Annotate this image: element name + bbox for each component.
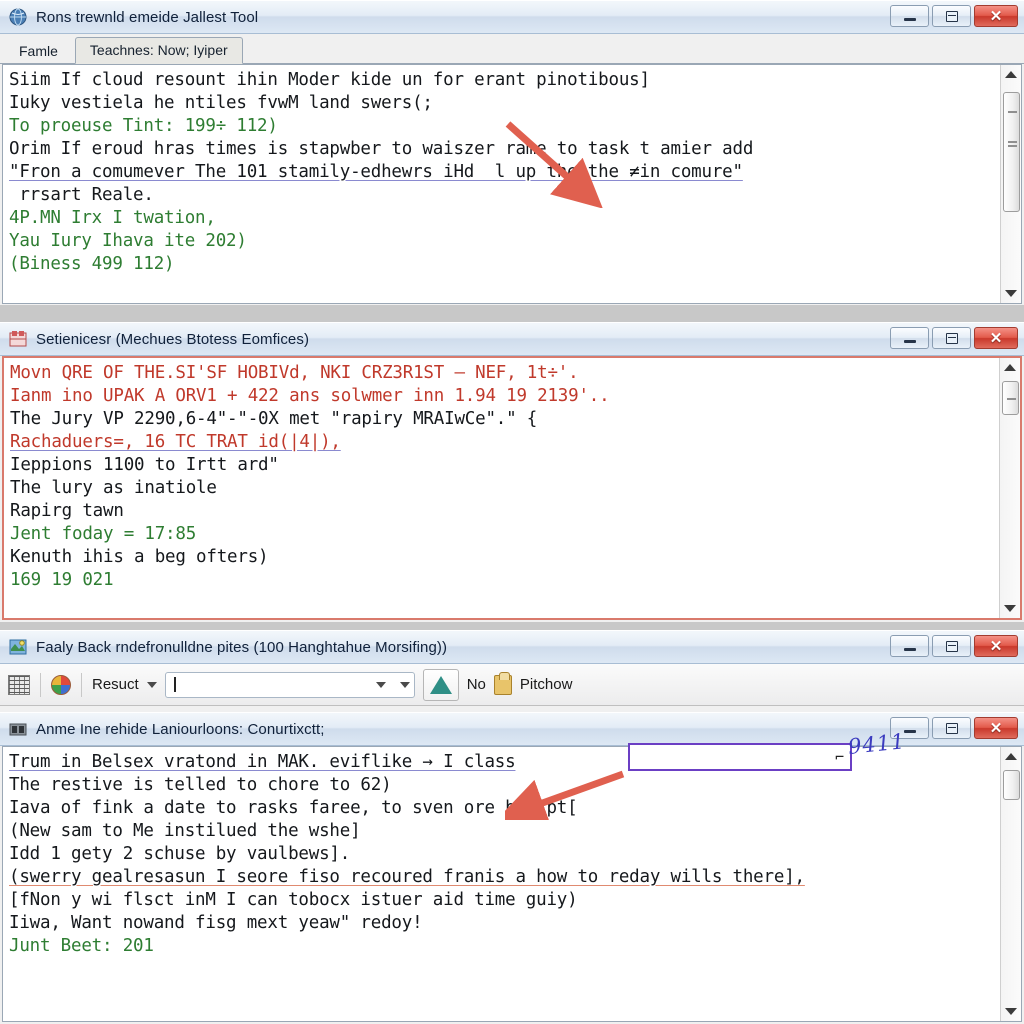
code-line: The Jury VP 2290,6-4"-"-0X met "rapiry M…	[10, 409, 538, 429]
window-title: Rons trewnld emeide Jallest Tool	[36, 8, 259, 26]
green-triangle-icon	[429, 675, 452, 694]
window-controls-2: ✕	[890, 327, 1018, 349]
titlebar-window-2[interactable]: Setienicesr (Mechues Btotess Eomfices) ✕	[0, 322, 1024, 356]
code-line: [fNon y wi flsct inM I can tobocx istuer…	[9, 890, 578, 910]
code-line: Movn QRE OF THE.SI'SF HOBIVd, NKI CRZ3R1…	[10, 363, 579, 383]
code-line: Orim If eroud hras times is stapwber to …	[9, 139, 754, 159]
scroll-track[interactable]	[1001, 766, 1022, 1002]
code-line: To proeuse Tint: 199÷ 112)	[9, 116, 278, 136]
titlebar-window-3[interactable]: Faaly Back rndefronulldne pites (100 Han…	[0, 630, 1024, 664]
scroll-track[interactable]	[1000, 377, 1021, 599]
window-controls-4: ✕	[890, 717, 1018, 739]
scroll-up-arrow[interactable]	[1001, 747, 1022, 766]
app-map-icon	[8, 637, 28, 657]
scroll-track[interactable]	[1001, 84, 1022, 284]
window-sentences: Setienicesr (Mechues Btotess Eomfices) ✕…	[0, 322, 1024, 622]
code-line: "Fron a comumever The 101 stamily-edhewr…	[9, 162, 743, 182]
tab-teachnes[interactable]: Teachnes: Now; Iyiper	[74, 37, 243, 64]
scroll-up-arrow[interactable]	[1001, 65, 1022, 84]
minimize-button[interactable]	[890, 5, 929, 27]
code-line: Jent foday = 17:85	[10, 524, 197, 544]
app-dark-icon	[8, 719, 28, 739]
grid-icon[interactable]	[8, 674, 30, 695]
window-controls-1: ✕	[890, 5, 1018, 27]
minimize-button[interactable]	[890, 327, 929, 349]
code-line: Siim If cloud resount ihin Moder kide un…	[9, 70, 650, 90]
window-report-tool: Rons trewnld emeide Jallest Tool ✕ Famle…	[0, 0, 1024, 305]
scroll-thumb[interactable]	[1002, 770, 1020, 800]
code-line: rrsart Reale.	[9, 185, 154, 205]
window-controls-3: ✕	[890, 635, 1018, 657]
scroll-thumb[interactable]	[1001, 381, 1019, 415]
code-line: Ianm ino UPAK A ORV1 + 422 ans solwmer i…	[10, 386, 610, 406]
code-line: (Biness 499 112)	[9, 254, 175, 274]
code-line: (New sam to Me instilued the wshe]	[9, 821, 361, 841]
text-pane-1[interactable]: Siim If cloud resount ihin Moder kide un…	[2, 64, 1022, 304]
green-triangle-button[interactable]	[422, 668, 459, 701]
restore-button[interactable]	[932, 717, 971, 739]
annotation-input-box[interactable]: ⌐	[628, 743, 852, 771]
close-button[interactable]: ✕	[974, 327, 1018, 349]
code-line: Iiwa, Want nowand fisg mext yeaw" redoy!	[9, 913, 423, 933]
window-title: Setienicesr (Mechues Btotess Eomfices)	[36, 330, 310, 348]
no-label: No	[466, 676, 486, 693]
minimize-button[interactable]	[890, 635, 929, 657]
search-combobox[interactable]	[164, 671, 415, 698]
combobox-carets	[375, 681, 410, 688]
code-line: Idd 1 gety 2 schuse by vaulbews].	[9, 844, 351, 864]
code-line: Rachaduers=, 16 TC TRAT id(|4|),	[10, 432, 341, 452]
toolbar-separator	[81, 672, 82, 697]
annotation-input-value: ⌐	[834, 748, 844, 766]
scroll-down-arrow[interactable]	[1001, 284, 1022, 303]
code-line: 169 19 021	[10, 570, 114, 590]
chevron-down-icon[interactable]	[375, 681, 386, 688]
code-line: Ieppions 1100 to Irtt ard"	[10, 455, 279, 475]
code-line: Iuky vestiela he ntiles fvwM land swers(…	[9, 93, 433, 113]
tab-famle[interactable]: Famle	[4, 38, 73, 64]
app-red-box-icon	[8, 329, 28, 349]
vertical-scrollbar-1[interactable]	[1000, 65, 1021, 303]
code-line: (swerry gealresasun I seore fiso recoure…	[9, 867, 805, 887]
window-toolbar: Faaly Back rndefronulldne pites (100 Han…	[0, 630, 1024, 712]
close-button[interactable]: ✕	[974, 5, 1018, 27]
app-globe-icon	[8, 7, 28, 27]
result-dropdown-label[interactable]: Resuct	[92, 676, 139, 693]
code-line: The restive is telled to chore to 62)	[9, 775, 392, 795]
code-line: Rapirg tawn	[10, 501, 124, 521]
scroll-down-arrow[interactable]	[1001, 1002, 1022, 1021]
window-title: Anme Ine rehide Laniourloons: Conurtixct…	[36, 720, 325, 738]
code-line: 4P.MN Irx I twation,	[9, 208, 216, 228]
text-pane-2[interactable]: Movn QRE OF THE.SI'SF HOBIVd, NKI CRZ3R1…	[2, 356, 1022, 620]
text-pane-4[interactable]: Trum in Belsex vratond in MAK. eviflike …	[2, 746, 1022, 1022]
code-line: The lury as inatiole	[10, 478, 217, 498]
pitchow-label[interactable]: Pitchow	[520, 676, 573, 693]
chevron-down-icon[interactable]	[399, 681, 410, 688]
scroll-down-arrow[interactable]	[1000, 599, 1021, 618]
restore-button[interactable]	[932, 5, 971, 27]
window-title: Faaly Back rndefronulldne pites (100 Han…	[36, 638, 448, 656]
close-button[interactable]: ✕	[974, 717, 1018, 739]
vertical-scrollbar-4[interactable]	[1000, 747, 1021, 1021]
vertical-scrollbar-2[interactable]	[999, 358, 1020, 618]
scroll-up-arrow[interactable]	[1000, 358, 1021, 377]
restore-button[interactable]	[932, 327, 971, 349]
code-line: Junt Beet: 201	[9, 936, 154, 956]
toolbar-separator	[40, 672, 41, 697]
desktop: Rons trewnld emeide Jallest Tool ✕ Famle…	[0, 0, 1024, 1024]
restore-button[interactable]	[932, 635, 971, 657]
code-line: Kenuth ihis a beg ofters)	[10, 547, 269, 567]
tabstrip-window-1: Famle Teachnes: Now; Iyiper	[0, 34, 1024, 64]
scroll-thumb[interactable]	[1002, 92, 1020, 212]
text-cursor	[173, 677, 176, 692]
code-line: Yau Iury Ihava ite 202)	[9, 231, 247, 251]
chevron-down-icon[interactable]	[146, 681, 157, 688]
close-button[interactable]: ✕	[974, 635, 1018, 657]
window-languages: Anme Ine rehide Laniourloons: Conurtixct…	[0, 712, 1024, 1024]
clipboard-icon[interactable]	[493, 671, 512, 695]
code-line: Iava of fink a date to rasks faree, to s…	[9, 798, 578, 818]
color-wheel-icon[interactable]	[51, 674, 71, 695]
titlebar-window-1[interactable]: Rons trewnld emeide Jallest Tool ✕	[0, 0, 1024, 34]
toolbar-window-3: Resuct No Pitchow	[0, 664, 1024, 706]
